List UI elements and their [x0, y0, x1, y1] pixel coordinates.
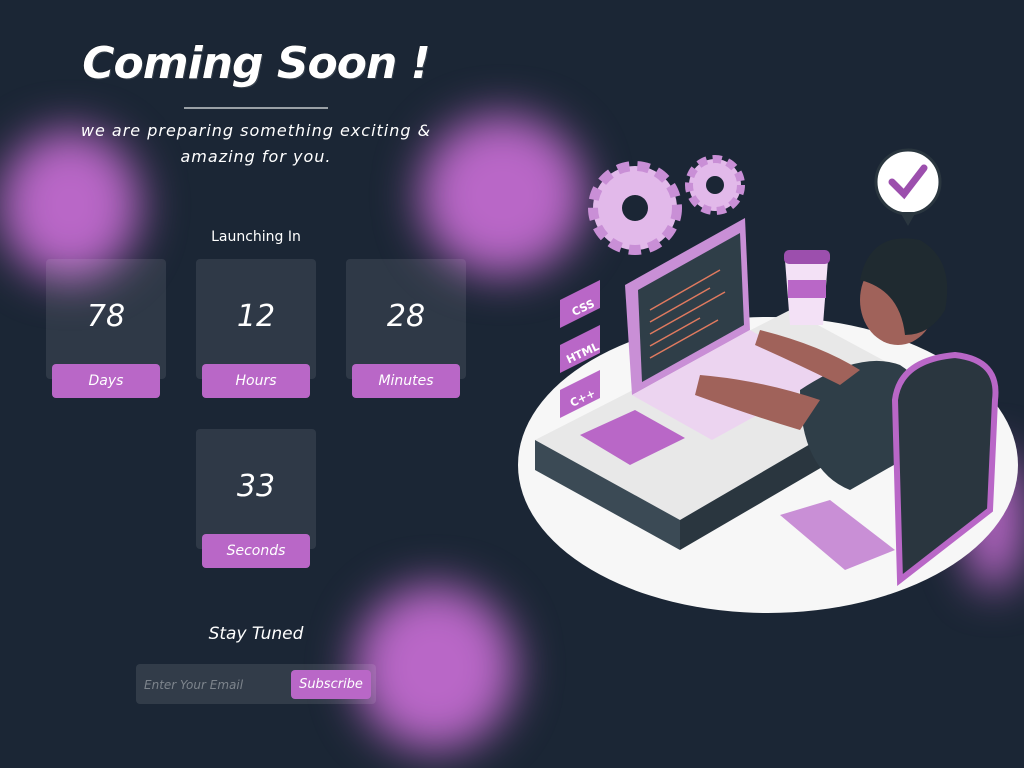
developer-illustration: CSS HTML C++ — [518, 148, 1018, 613]
page-title: Coming Soon ! — [82, 38, 430, 89]
minutes-value: 28 — [386, 299, 426, 334]
hours-value: 12 — [236, 299, 276, 334]
subscribe-heading: Stay Tuned — [208, 624, 304, 644]
seconds-label: Seconds — [202, 534, 310, 568]
days-label: Days — [52, 364, 160, 398]
subscribe-form: Subscribe — [136, 664, 376, 704]
hours-label: Hours — [202, 364, 310, 398]
gear-icon — [588, 161, 682, 255]
countdown-days: 78 Days — [46, 259, 166, 398]
check-bubble-icon — [874, 148, 942, 226]
decorative-blob — [355, 585, 515, 750]
days-value: 78 — [86, 299, 126, 334]
countdown-heading: Launching In — [211, 229, 301, 245]
minutes-label: Minutes — [352, 364, 460, 398]
coffee-cup-icon — [784, 250, 830, 325]
title-divider — [184, 107, 328, 109]
subscribe-button[interactable]: Subscribe — [291, 670, 371, 699]
countdown-seconds: 33 Seconds — [196, 429, 316, 568]
countdown-hours: 12 Hours — [196, 259, 316, 398]
seconds-value: 33 — [236, 469, 276, 504]
tech-tags: CSS HTML C++ — [560, 280, 601, 418]
email-input[interactable] — [142, 672, 286, 698]
page-subtitle: we are preparing something exciting & am… — [80, 121, 432, 166]
countdown-minutes: 28 Minutes — [346, 259, 466, 398]
gear-icon — [685, 155, 745, 215]
